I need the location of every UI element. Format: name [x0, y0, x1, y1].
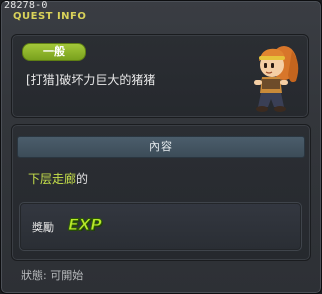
title-bar[interactable]: 28278-0 QUEST INFO [1, 1, 321, 27]
quest-id: 28278-0 [4, 0, 48, 11]
content-header: 內容 [17, 136, 305, 158]
npc-girl-portrait-icon [254, 46, 299, 112]
objective-map-link[interactable]: 下层走廊 [28, 172, 76, 186]
objective-suffix: 的 [76, 172, 89, 186]
quest-summary-panel: 一般 [打猎]破坏力巨大的猪猪 [11, 34, 309, 118]
quest-category-badge: 一般 [22, 43, 86, 61]
exp-reward-badge[interactable]: EXP [68, 215, 103, 235]
window-title: QUEST INFO [13, 11, 87, 22]
reward-box: 獎勵 EXP [19, 202, 302, 251]
quest-objective: 下层走廊的 [28, 170, 88, 187]
quest-status: 狀態: 可開始 [21, 269, 84, 282]
reward-label: 獎勵 [32, 221, 54, 234]
quest-name: [打猎]破坏力巨大的猪猪 [26, 73, 156, 87]
quest-content-panel: 內容 下层走廊的 獎勵 EXP [11, 124, 311, 261]
quest-info-window: 28278-0 QUEST INFO 一般 [打猎]破坏力巨大的猪猪 內容 下层… [0, 0, 322, 294]
